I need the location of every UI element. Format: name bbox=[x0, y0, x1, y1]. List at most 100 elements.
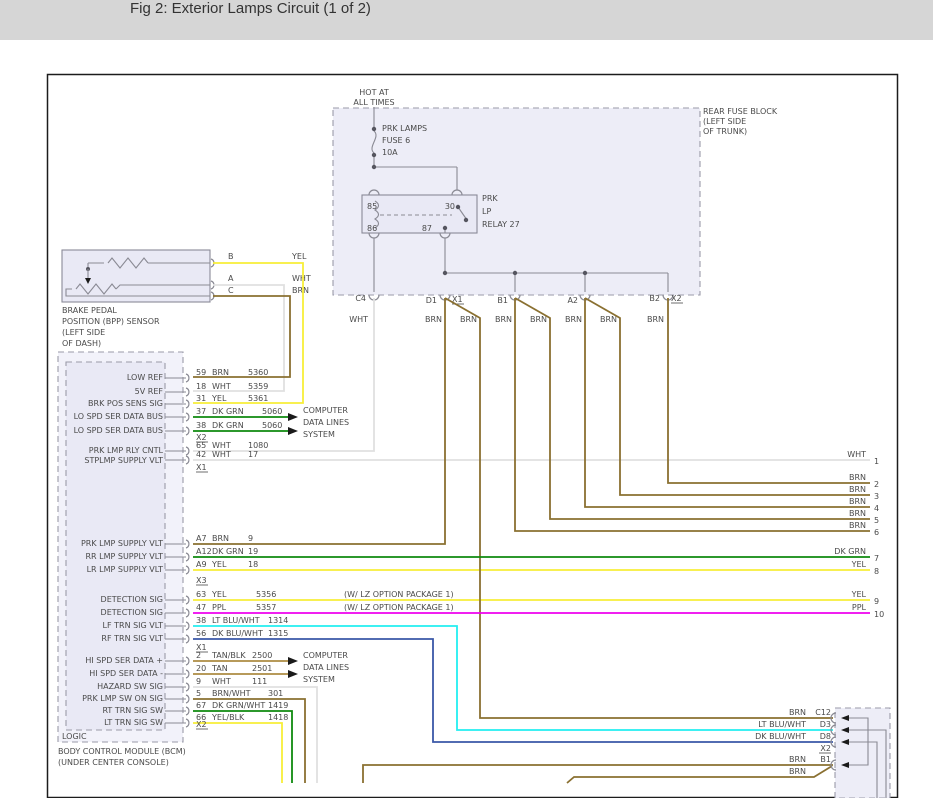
bpp-wire-brn: BRN bbox=[292, 286, 309, 295]
bcm-name: BODY CONTROL MODULE (BCM) bbox=[58, 747, 186, 756]
svg-text:DK GRN: DK GRN bbox=[212, 547, 244, 556]
stub-color: WHT bbox=[349, 315, 368, 324]
pin-b2: B2 bbox=[649, 294, 660, 303]
pin-d1: D1 bbox=[426, 296, 437, 305]
svg-text:5356: 5356 bbox=[256, 590, 276, 599]
svg-text:RF TRN SIG VLT: RF TRN SIG VLT bbox=[101, 634, 163, 643]
svg-text:D8: D8 bbox=[820, 732, 831, 741]
svg-text:10A: 10A bbox=[382, 148, 398, 157]
svg-text:PPL: PPL bbox=[852, 603, 867, 612]
svg-text:5361: 5361 bbox=[248, 394, 268, 403]
svg-text:2500: 2500 bbox=[252, 651, 272, 660]
svg-text:LT BLU/WHT: LT BLU/WHT bbox=[212, 616, 260, 625]
option-note: (W/ LZ OPTION PACKAGE 1) bbox=[344, 603, 454, 612]
svg-text:9: 9 bbox=[248, 534, 253, 543]
hot-at-label: HOT AT bbox=[359, 88, 389, 97]
svg-text:YEL: YEL bbox=[211, 394, 227, 403]
svg-text:5060: 5060 bbox=[262, 421, 282, 430]
svg-text:PPL: PPL bbox=[212, 603, 227, 612]
svg-text:DATA LINES: DATA LINES bbox=[303, 663, 349, 672]
svg-text:(UNDER CENTER CONSOLE): (UNDER CENTER CONSOLE) bbox=[58, 758, 169, 767]
svg-text:10: 10 bbox=[874, 610, 884, 619]
svg-text:5357: 5357 bbox=[256, 603, 276, 612]
svg-text:38: 38 bbox=[196, 421, 206, 430]
svg-text:DATA LINES: DATA LINES bbox=[303, 418, 349, 427]
svg-text:6: 6 bbox=[874, 528, 879, 537]
svg-text:BRK POS SENS SIG: BRK POS SENS SIG bbox=[88, 399, 163, 408]
svg-text:WHT: WHT bbox=[212, 677, 231, 686]
svg-text:(LEFT SIDE: (LEFT SIDE bbox=[62, 328, 105, 337]
svg-text:OF DASH): OF DASH) bbox=[62, 339, 101, 348]
svg-text:67: 67 bbox=[196, 701, 206, 710]
relay-pin-86: 86 bbox=[367, 224, 377, 233]
svg-text:X1: X1 bbox=[196, 463, 207, 472]
svg-text:56: 56 bbox=[196, 629, 206, 638]
svg-text:A7: A7 bbox=[196, 534, 207, 543]
bpp-sensor: B A C YEL WHT BRN BRAKE PEDAL POSITION (… bbox=[62, 250, 311, 348]
relay-pin-30: 30 bbox=[445, 202, 455, 211]
svg-text:31: 31 bbox=[196, 394, 206, 403]
svg-text:19: 19 bbox=[248, 547, 258, 556]
svg-text:BRN: BRN bbox=[789, 755, 806, 764]
svg-text:HAZARD SW SIG: HAZARD SW SIG bbox=[97, 682, 163, 691]
svg-text:YEL: YEL bbox=[211, 590, 227, 599]
svg-text:RELAY 27: RELAY 27 bbox=[482, 220, 520, 229]
svg-text:65: 65 bbox=[196, 441, 206, 450]
svg-text:A12: A12 bbox=[196, 547, 212, 556]
svg-text:1419: 1419 bbox=[268, 701, 288, 710]
svg-text:1315: 1315 bbox=[268, 629, 288, 638]
svg-text:RT TRN SIG SW: RT TRN SIG SW bbox=[102, 706, 163, 715]
svg-text:2501: 2501 bbox=[252, 664, 272, 673]
svg-text:5060: 5060 bbox=[262, 407, 282, 416]
svg-text:111: 111 bbox=[252, 677, 267, 686]
svg-text:B1: B1 bbox=[820, 755, 831, 764]
svg-text:WHT: WHT bbox=[212, 441, 231, 450]
bpp-name: BRAKE PEDAL bbox=[62, 306, 117, 315]
svg-text:5V REF: 5V REF bbox=[135, 387, 164, 396]
svg-text:A9: A9 bbox=[196, 560, 207, 569]
svg-text:DK BLU/WHT: DK BLU/WHT bbox=[755, 732, 806, 741]
svg-text:PRK LMP RLY CNTL: PRK LMP RLY CNTL bbox=[89, 446, 164, 455]
svg-text:5359: 5359 bbox=[248, 382, 268, 391]
svg-text:(LEFT SIDE: (LEFT SIDE bbox=[703, 117, 746, 126]
svg-text:47: 47 bbox=[196, 603, 206, 612]
svg-text:BRN: BRN bbox=[212, 534, 229, 543]
svg-text:BRN: BRN bbox=[460, 315, 477, 324]
svg-text:YEL: YEL bbox=[851, 560, 867, 569]
bpp-pin-a: A bbox=[228, 274, 234, 283]
svg-text:4: 4 bbox=[874, 504, 879, 513]
svg-text:8: 8 bbox=[874, 567, 879, 576]
svg-text:63: 63 bbox=[196, 590, 206, 599]
svg-text:C12: C12 bbox=[815, 708, 831, 717]
relay-pin-87: 87 bbox=[422, 224, 432, 233]
svg-text:LR LMP SUPPLY VLT: LR LMP SUPPLY VLT bbox=[87, 565, 164, 574]
svg-text:DETECTION SIG: DETECTION SIG bbox=[101, 595, 163, 604]
computer-data-lines-callout: COMPUTER DATA LINES SYSTEM COMPUTER DATA… bbox=[288, 406, 349, 684]
svg-text:42: 42 bbox=[196, 450, 206, 459]
bottom-right-connector bbox=[835, 708, 890, 798]
pin-c4: C4 bbox=[355, 294, 366, 303]
svg-text:301: 301 bbox=[268, 689, 283, 698]
svg-text:LP: LP bbox=[482, 207, 491, 216]
svg-text:7: 7 bbox=[874, 554, 879, 563]
svg-text:LT TRN SIG SW: LT TRN SIG SW bbox=[104, 718, 163, 727]
svg-text:OF TRUNK): OF TRUNK) bbox=[703, 127, 747, 136]
svg-text:20: 20 bbox=[196, 664, 206, 673]
svg-text:STPLMP SUPPLY VLT: STPLMP SUPPLY VLT bbox=[84, 456, 163, 465]
svg-text:COMPUTER: COMPUTER bbox=[303, 406, 348, 415]
bcm-row-label: LOW REF bbox=[127, 373, 164, 382]
svg-text:BRN: BRN bbox=[600, 315, 617, 324]
svg-text:DK BLU/WHT: DK BLU/WHT bbox=[212, 629, 263, 638]
svg-text:PRK LMP SUPPLY VLT: PRK LMP SUPPLY VLT bbox=[81, 539, 163, 548]
svg-text:RR LMP SUPPLY VLT: RR LMP SUPPLY VLT bbox=[85, 552, 163, 561]
pin-b1: B1 bbox=[497, 296, 508, 305]
svg-text:37: 37 bbox=[196, 407, 206, 416]
svg-text:HI SPD SER DATA +: HI SPD SER DATA + bbox=[85, 656, 163, 665]
bpp-pin-b: B bbox=[228, 252, 234, 261]
svg-text:BRN: BRN bbox=[849, 473, 866, 482]
svg-text:1314: 1314 bbox=[268, 616, 288, 625]
svg-text:PRK LMP SW ON SIG: PRK LMP SW ON SIG bbox=[82, 694, 163, 703]
svg-text:3: 3 bbox=[874, 492, 879, 501]
svg-text:BRN: BRN bbox=[565, 315, 582, 324]
svg-text:BRN: BRN bbox=[849, 485, 866, 494]
